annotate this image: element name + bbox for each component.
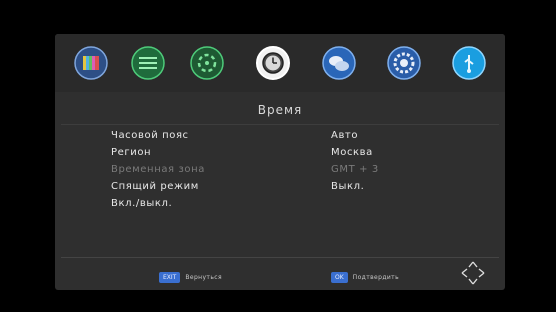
clock-icon[interactable] [253,43,293,83]
navigation-arrows-icon [460,260,486,286]
setting-value: Выкл. [331,181,365,192]
back-hint: EXIT Вернуться [159,272,222,283]
setting-label: Регион [111,147,152,158]
exit-key-badge[interactable]: EXIT [159,272,181,283]
setting-value: Авто [331,130,359,141]
menu-icon-bar [55,34,505,92]
setting-label: Спящий режим [111,181,199,192]
confirm-hint-label: Подтвердить [352,274,400,281]
usb-icon[interactable] [449,43,489,83]
ok-key-badge[interactable]: OK [331,272,348,283]
search-icon[interactable] [187,43,227,83]
setting-label: Часовой пояс [111,130,189,141]
setting-row-time-zone: Временная зона GMT + 3 [111,164,441,181]
setting-value: Москва [331,147,373,158]
setting-row-power-on-off[interactable]: Вкл./выкл. [111,198,441,215]
settings-screen: Время Часовой пояс Авто Регион Москва Вр… [55,34,505,290]
page-title: Время [257,103,303,117]
setting-value: GMT + 3 [331,164,379,175]
setting-row-timezone-mode[interactable]: Часовой пояс Авто [111,130,441,147]
title-divider [61,124,499,125]
back-hint-label: Вернуться [185,274,222,281]
setting-row-sleep-mode[interactable]: Спящий режим Выкл. [111,181,441,198]
setting-row-region[interactable]: Регион Москва [111,147,441,164]
system-settings-icon[interactable] [384,43,424,83]
settings-list: Часовой пояс Авто Регион Москва Временна… [111,130,441,215]
setting-label: Временная зона [111,164,205,175]
channel-list-icon[interactable] [128,43,168,83]
footer-divider [61,257,499,258]
confirm-hint: OK Подтвердить [331,272,399,283]
picture-icon[interactable] [71,43,111,83]
language-icon[interactable] [319,43,359,83]
setting-label: Вкл./выкл. [111,198,173,209]
